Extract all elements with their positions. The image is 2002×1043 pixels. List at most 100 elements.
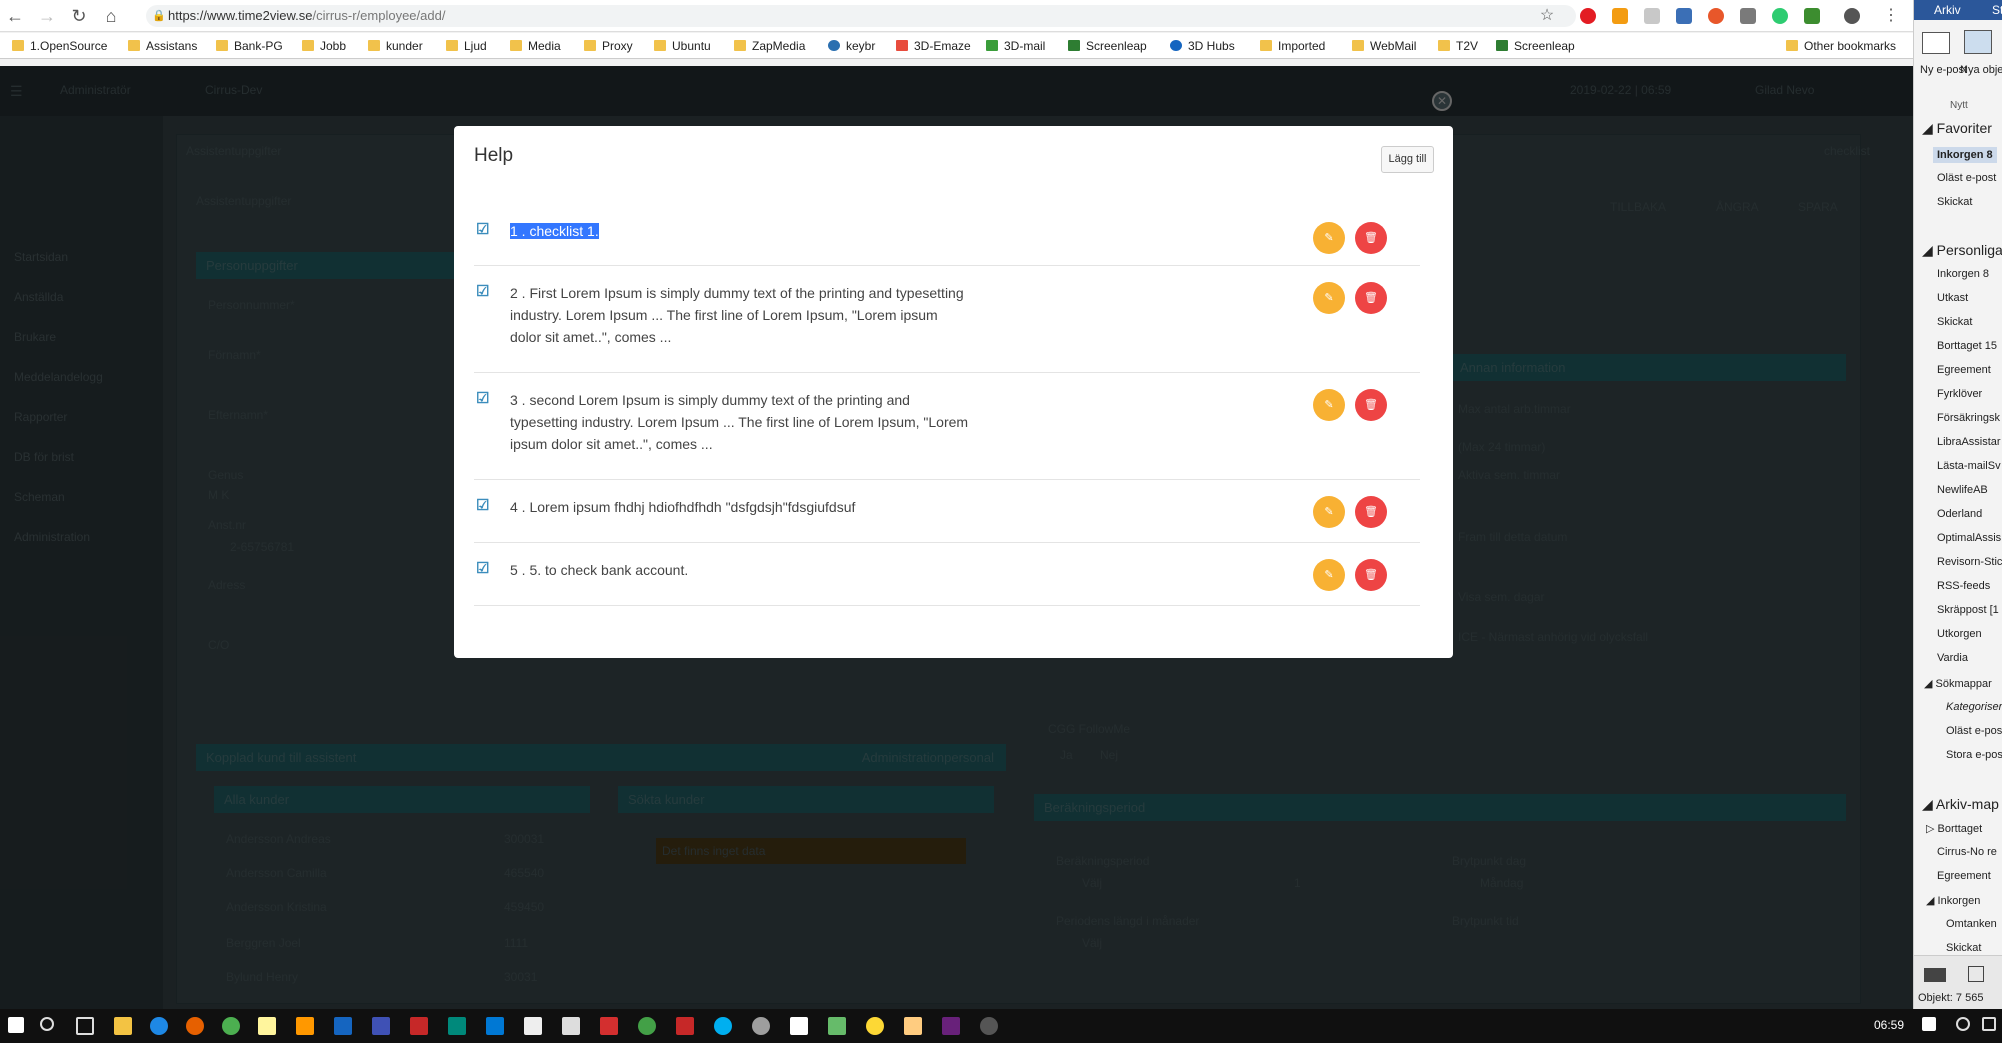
home-icon[interactable]: ⌂ [100,5,122,27]
bookmark-star-icon[interactable]: ☆ [1536,5,1558,27]
bookmark-item[interactable]: Screenleap [1496,38,1575,54]
app-icon[interactable] [524,1017,542,1035]
checkbox-checked-icon[interactable]: ☑ [476,391,491,406]
bookmark-item[interactable]: Jobb [302,38,346,54]
bookmark-item[interactable]: Assistans [128,38,197,54]
url-bar[interactable]: 🔒 https://www.time2view.se/cirrus-r/empl… [146,5,1576,27]
folder-item[interactable]: Oderland [1937,508,1982,520]
profile-avatar[interactable] [1844,8,1860,24]
firefox-icon[interactable] [186,1017,204,1035]
bookmark-item[interactable]: keybr [828,38,875,54]
skype-icon[interactable] [714,1017,732,1035]
opera-ext-icon[interactable] [1580,8,1596,24]
bookmark-item[interactable]: 1.OpenSource [12,38,107,54]
bookmark-item[interactable]: WebMail [1352,38,1416,54]
delete-icon[interactable]: 🗑 [1355,559,1387,591]
folder-item[interactable]: Kategoriser [1946,701,2002,713]
folder-item[interactable]: ▷ Borttaget [1926,822,1982,835]
notepad-icon[interactable] [258,1017,276,1035]
search-icon[interactable] [40,1017,54,1031]
ribbon-start[interactable]: St [1992,0,2002,20]
app-icon[interactable] [980,1017,998,1035]
folder-item[interactable]: Lästa-mailSv [1937,460,2001,472]
edit-icon[interactable]: ✎ [1313,389,1345,421]
app-icon[interactable] [448,1017,466,1035]
reload-icon[interactable]: ↻ [68,5,90,27]
delete-icon[interactable]: 🗑 [1355,282,1387,314]
bookmark-item[interactable]: Proxy [584,38,633,54]
outlook-icon[interactable] [486,1017,504,1035]
app-icon[interactable] [828,1017,846,1035]
windows-start-icon[interactable] [8,1017,24,1033]
visual-studio-icon[interactable] [942,1017,960,1035]
task-view-icon[interactable] [1982,1017,1996,1031]
chrome-icon[interactable] [222,1017,240,1035]
edit-icon[interactable]: ✎ [1313,282,1345,314]
task-view-icon[interactable] [76,1017,94,1035]
app-icon[interactable] [372,1017,390,1035]
bookmark-item[interactable]: 3D-Emaze [896,38,971,54]
app-icon[interactable] [410,1017,428,1035]
ext-icon-5[interactable] [1708,8,1724,24]
ext-icon-4[interactable] [1676,8,1692,24]
bookmark-item[interactable]: 3D Hubs [1170,38,1235,54]
edit-icon[interactable]: ✎ [1313,559,1345,591]
folder-item[interactable]: RSS-feeds [1937,580,1990,592]
ie-icon[interactable] [150,1017,168,1035]
app-icon[interactable] [904,1017,922,1035]
edit-icon[interactable]: ✎ [1313,222,1345,254]
forward-icon[interactable]: → [36,5,58,27]
folder-item[interactable]: Revisorn-Stic [1937,556,2002,568]
folder-item[interactable]: Vardia [1937,652,1968,664]
ext-icon-2[interactable] [1612,8,1628,24]
bookmark-item[interactable]: T2V [1438,38,1478,54]
ribbon-arkiv[interactable]: Arkiv [1934,3,1961,17]
bookmark-item[interactable]: Media [510,38,561,54]
delete-icon[interactable]: 🗑 [1355,222,1387,254]
search-icon[interactable] [1956,1017,1970,1031]
new-items-icon[interactable] [1964,30,1992,54]
back-icon[interactable]: ← [4,5,26,27]
bookmark-item[interactable]: Ubuntu [654,38,711,54]
file-explorer-icon[interactable] [114,1017,132,1035]
fav-item[interactable]: Skickat [1937,196,1972,208]
calculator-icon[interactable] [562,1017,580,1035]
delete-icon[interactable]: 🗑 [1355,389,1387,421]
folder-item[interactable]: Utkast [1937,292,1968,304]
bookmark-item[interactable]: ZapMedia [734,38,805,54]
folder-item[interactable]: ◢ Sökmappar [1924,677,1992,690]
folder-item[interactable]: ◢ Inkorgen [1926,894,1980,907]
app-icon[interactable] [790,1017,808,1035]
mail-icon[interactable] [1924,968,1946,982]
app-icon[interactable] [752,1017,770,1035]
folder-item[interactable]: Stora e-pos [1946,749,2002,761]
delete-icon[interactable]: 🗑 [1355,496,1387,528]
ext-icon-7[interactable] [1772,8,1788,24]
folder-item[interactable]: Fyrklöver [1937,388,1982,400]
edit-icon[interactable]: ✎ [1313,496,1345,528]
folder-item[interactable]: Oläst e-pos [1946,725,2002,737]
checkbox-checked-icon[interactable]: ☑ [476,222,491,237]
folder-item[interactable]: Egreement [1937,364,1991,376]
bookmark-item[interactable]: Ljud [446,38,487,54]
new-email-button[interactable]: Ny e-post [1920,64,1967,76]
filezilla-icon[interactable] [676,1017,694,1035]
bookmark-item[interactable]: Bank-PG [216,38,283,54]
favorites-header[interactable]: ◢ Favoriter [1922,120,1992,137]
fav-item[interactable]: Inkorgen 8 [1933,147,1997,163]
folder-item[interactable]: Skräppost [1 [1937,604,1999,616]
add-button[interactable]: Lägg till [1381,146,1434,173]
bookmark-item[interactable]: Imported [1260,38,1325,54]
folder-item[interactable]: Cirrus-No re [1937,846,1997,858]
checkbox-checked-icon[interactable]: ☑ [476,561,491,576]
bookmark-item[interactable]: 3D-mail [986,38,1045,54]
folder-item[interactable]: Försäkringsk [1937,412,2000,424]
folder-item[interactable]: Utkorgen [1937,628,1982,640]
ext-icon-3[interactable] [1644,8,1660,24]
folder-item[interactable]: Borttaget 15 [1937,340,1997,352]
folder-item[interactable]: Skickat [1946,942,1981,954]
checkbox-checked-icon[interactable]: ☑ [476,284,491,299]
ext-icon-8[interactable] [1804,8,1820,24]
acrobat-icon[interactable] [600,1017,618,1035]
menu-kebab-icon[interactable]: ⋮ [1880,5,1902,27]
